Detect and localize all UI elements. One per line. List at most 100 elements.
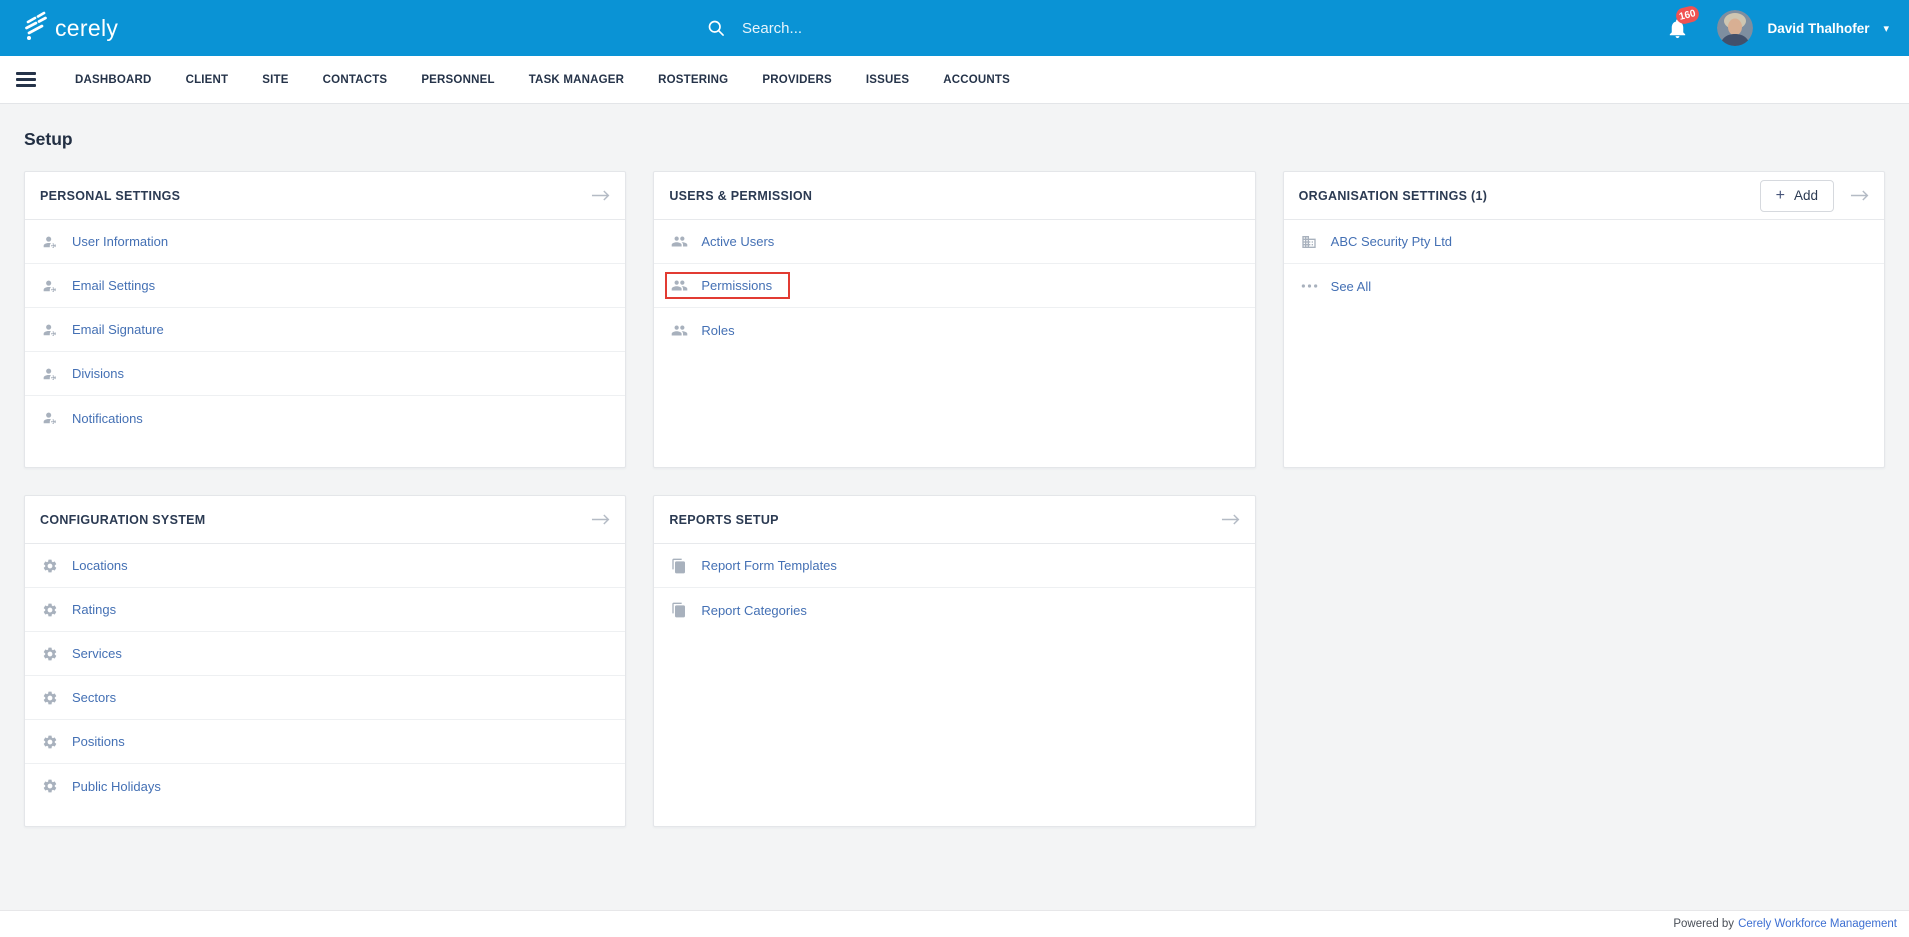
row-content: See All <box>1295 273 1389 300</box>
nav-item-providers[interactable]: PROVIDERS <box>745 74 849 86</box>
item-label: Active Users <box>701 234 775 249</box>
list-item-roles[interactable]: Roles <box>654 308 1254 352</box>
main-nav: DASHBOARD CLIENT SITE CONTACTS PERSONNEL TASK… <box>0 56 1909 104</box>
main-content: Setup PERSONAL SETTINGS User Information E… <box>0 104 1909 827</box>
brand-logo[interactable]: cerely <box>22 10 118 46</box>
row-content: Notifications <box>36 404 161 432</box>
item-label: Divisions <box>72 366 125 381</box>
menu-icon[interactable] <box>16 72 36 87</box>
row-content: ABC Security Pty Ltd <box>1295 228 1470 256</box>
nav-item-accounts[interactable]: ACCOUNTS <box>926 74 1027 86</box>
row-content: Positions <box>36 728 143 756</box>
row-content: Services <box>36 640 140 668</box>
list-item-user-information[interactable]: User Information <box>25 220 626 264</box>
row-content: Report Form Templates <box>665 552 855 580</box>
row-content: Ratings <box>36 596 134 624</box>
building-icon <box>1301 234 1318 250</box>
nav-item-rostering[interactable]: ROSTERING <box>641 74 745 86</box>
footer: Powered by Cerely Workforce Management <box>0 910 1909 937</box>
list-item-active-users[interactable]: Active Users <box>654 220 1255 264</box>
footer-link[interactable]: Cerely Workforce Management <box>1738 918 1897 930</box>
footer-text: Powered by <box>1673 918 1735 930</box>
setup-cards-grid: PERSONAL SETTINGS User Information Email S… <box>24 171 1885 827</box>
search-input[interactable] <box>742 19 1242 37</box>
item-label: Permissions <box>701 278 773 293</box>
nav-item-task-manager[interactable]: TASK MANAGER <box>512 74 641 86</box>
chevron-down-icon[interactable]: ▾ <box>1883 22 1889 35</box>
item-label: User Information <box>72 234 169 249</box>
item-label: ABC Security Pty Ltd <box>1330 234 1453 249</box>
row-content: Email Signature <box>36 316 182 344</box>
list-item-services[interactable]: Services <box>25 632 626 676</box>
user-gear-icon <box>42 410 59 426</box>
card-personal-settings: PERSONAL SETTINGS User Information Email S… <box>24 171 627 468</box>
avatar[interactable] <box>1717 10 1754 46</box>
list-item-notifications[interactable]: Notifications <box>25 396 625 440</box>
card-configuration-system: CONFIGURATION SYSTEM Locations Ratings Serv… <box>24 495 627 827</box>
user-name[interactable]: David Thalhofer <box>1767 21 1869 36</box>
item-label: Positions <box>72 734 125 749</box>
nav-item-contacts[interactable]: CONTACTS <box>306 74 405 86</box>
arrow-right-icon[interactable] <box>591 513 610 526</box>
list-item-sectors[interactable]: Sectors <box>25 676 626 720</box>
highlight-box: Permissions <box>665 272 791 299</box>
list-item-email-settings[interactable]: Email Settings <box>25 264 626 308</box>
arrow-right-icon[interactable] <box>591 189 610 202</box>
page-title: Setup <box>24 129 73 149</box>
gear-icon <box>42 602 59 618</box>
nav-item-site[interactable]: SITE <box>245 74 305 86</box>
nav-item-personnel[interactable]: PERSONNEL <box>404 74 511 86</box>
card-header-reports-setup: REPORTS SETUP <box>654 496 1255 544</box>
row-content: Public Holidays <box>36 772 179 800</box>
top-bar: cerely 160 David <box>0 0 1909 56</box>
topbar-right: 160 David Thalhofer ▾ <box>1666 3 1909 46</box>
card-reports-setup: REPORTS SETUP Report Form Templates Report… <box>653 495 1256 827</box>
arrow-right-icon[interactable] <box>1221 513 1240 526</box>
add-button[interactable]: + Add <box>1759 179 1834 212</box>
item-label: Report Form Templates <box>701 558 837 573</box>
item-label: Email Settings <box>72 278 156 293</box>
card-header-users-permission: USERS & PERMISSION <box>654 172 1255 220</box>
item-label: Report Categories <box>701 602 807 618</box>
row-content: Sectors <box>36 684 134 712</box>
user-gear-icon <box>42 322 59 338</box>
item-label: Roles <box>701 322 735 338</box>
nav-item-client[interactable]: CLIENT <box>169 74 246 86</box>
list-item-report-form-templates[interactable]: Report Form Templates <box>654 544 1255 588</box>
nav-item-dashboard[interactable]: DASHBOARD <box>58 74 169 86</box>
plus-icon: + <box>1775 186 1785 204</box>
brand-name: cerely <box>55 14 119 41</box>
global-search <box>706 0 1242 56</box>
list-item-ratings[interactable]: Ratings <box>25 588 626 632</box>
list-item-locations[interactable]: Locations <box>25 544 626 588</box>
item-label: See All <box>1330 278 1372 294</box>
row-content: User Information <box>36 228 186 256</box>
users-icon <box>671 278 688 293</box>
list-item-public-holidays[interactable]: Public Holidays <box>25 764 625 808</box>
documents-icon <box>671 602 688 618</box>
arrow-right-icon[interactable] <box>1850 189 1869 202</box>
list-item-abc-security-pty-ltd[interactable]: ABC Security Pty Ltd <box>1283 220 1884 264</box>
list-item-email-signature[interactable]: Email Signature <box>25 308 626 352</box>
user-gear-icon <box>42 366 59 382</box>
card-organisation-settings: ORGANISATION SETTINGS (1) + Add ABC Securit… <box>1282 171 1885 468</box>
notifications-button[interactable]: 160 <box>1666 3 1701 41</box>
list-item-report-categories[interactable]: Report Categories <box>654 588 1254 632</box>
list-item-divisions[interactable]: Divisions <box>25 352 626 396</box>
nav-item-issues[interactable]: ISSUES <box>849 74 926 86</box>
card-title: USERS & PERMISSION <box>669 188 813 203</box>
item-label: Email Signature <box>72 322 164 337</box>
item-label: Public Holidays <box>72 778 161 794</box>
row-content: Active Users <box>665 228 792 255</box>
ellipsis-icon <box>1301 283 1318 289</box>
row-content: Roles <box>665 317 752 344</box>
list-item-permissions[interactable]: Permissions <box>654 264 1255 308</box>
card-title: CONFIGURATION SYSTEM <box>40 512 206 527</box>
users-icon <box>671 323 688 338</box>
list-item-positions[interactable]: Positions <box>25 720 626 764</box>
row-content: Report Categories <box>665 596 825 624</box>
list-item-see-all[interactable]: See All <box>1284 264 1884 308</box>
card-header-personal-settings: PERSONAL SETTINGS <box>25 172 626 220</box>
user-gear-icon <box>42 234 59 250</box>
user-gear-icon <box>42 278 59 294</box>
